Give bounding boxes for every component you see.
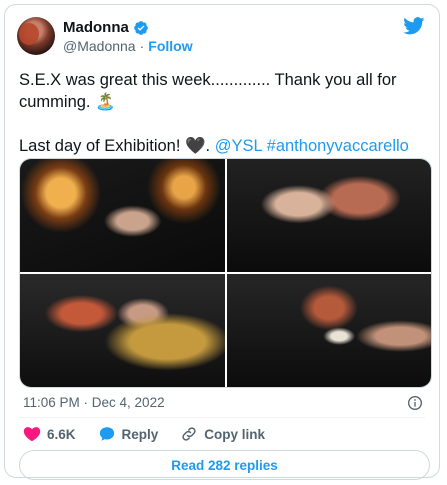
media-photo-1[interactable] [20,159,225,272]
tweet-line-1: S.E.X was great this week............. T… [19,71,397,111]
timestamp[interactable]: 11:06 PM · Dec 4, 2022 [23,395,165,410]
media-grid [19,158,432,388]
author-handle[interactable]: @Madonna [63,38,136,54]
hashtag-link[interactable]: #anthonyvaccarello [267,137,409,155]
tweet-line-2: Last day of Exhibition! 🖤. @YSL #anthony… [19,135,429,157]
like-count: 6.6K [47,426,76,442]
follow-button[interactable]: Follow [148,38,192,54]
copy-link-label: Copy link [204,426,266,442]
info-icon[interactable] [407,395,423,411]
media-photo-4[interactable] [226,274,431,387]
author-name-row: Madonna [63,19,149,36]
read-replies-button[interactable]: Read 282 replies [19,450,430,480]
reply-button[interactable]: Reply [98,425,159,443]
author-name[interactable]: Madonna [63,19,129,36]
link-icon [182,427,196,441]
avatar[interactable] [17,17,55,55]
heart-icon [23,427,41,442]
like-button[interactable]: 6.6K [23,425,76,443]
copy-link-button[interactable]: Copy link [180,425,265,443]
twitter-bird-icon[interactable] [403,17,425,35]
divider [19,417,425,418]
media-photo-3[interactable] [20,274,225,387]
tweet-line-2-text: Last day of Exhibition! 🖤. [19,137,215,155]
tweet-card: Madonna @Madonna · Follow S.E.X was grea… [4,4,440,480]
separator-dot: · [139,38,145,54]
handle-row: @Madonna · Follow [63,38,193,54]
reply-bubble-icon [99,427,114,441]
mention-link[interactable]: @YSL [215,137,262,155]
verified-badge-icon [134,20,148,35]
reply-label: Reply [121,426,159,442]
media-photo-2[interactable] [226,159,431,272]
tweet-text: S.E.X was great this week............. T… [19,69,429,157]
action-bar: 6.6K Reply Copy link [23,425,287,443]
